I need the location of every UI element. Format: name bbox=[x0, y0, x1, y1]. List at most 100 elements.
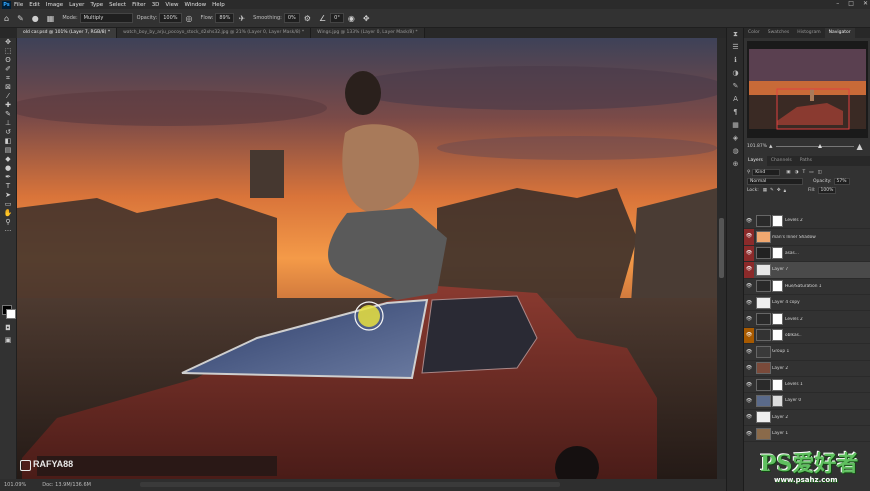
lock-pixels-icon[interactable]: ✎ bbox=[770, 188, 774, 193]
move-tool-icon[interactable]: ✥ bbox=[0, 38, 16, 47]
layer-thumbnail[interactable] bbox=[756, 214, 771, 227]
opacity-field[interactable]: 100% bbox=[159, 13, 182, 23]
history-brush-tool-icon[interactable]: ↺ bbox=[0, 128, 16, 137]
tab-paths[interactable]: Paths bbox=[796, 156, 816, 166]
tab-swatches[interactable]: Swatches bbox=[764, 28, 794, 38]
smoothing-gear-icon[interactable]: ⚙ bbox=[304, 14, 311, 23]
tab-layers[interactable]: Layers bbox=[744, 156, 767, 166]
tab-wings[interactable]: Wings.jpg @ 133% (Layer 0, Layer Mask/8)… bbox=[311, 28, 425, 38]
adjustments-icon[interactable]: ◑ bbox=[727, 67, 744, 80]
layer-thumbnail[interactable] bbox=[756, 394, 771, 407]
eraser-tool-icon[interactable]: ◧ bbox=[0, 137, 16, 146]
layer-mask-thumbnail[interactable] bbox=[772, 313, 783, 326]
visibility-eye-icon[interactable]: 👁︎ bbox=[744, 431, 754, 437]
healing-tool-icon[interactable]: ✚ bbox=[0, 101, 16, 110]
visibility-eye-icon[interactable]: 👁︎ bbox=[744, 283, 754, 289]
menu-image[interactable]: Image bbox=[46, 2, 63, 8]
brush-tool-icon[interactable]: ✎ bbox=[0, 110, 16, 119]
document-canvas[interactable] bbox=[17, 38, 717, 479]
tab-navigator[interactable]: Navigator bbox=[824, 28, 855, 38]
layer-mask-thumbnail[interactable] bbox=[772, 394, 783, 407]
menu-file[interactable]: File bbox=[14, 2, 23, 8]
maximize-icon[interactable]: □ bbox=[848, 0, 854, 7]
vertical-scrollbar[interactable] bbox=[717, 38, 726, 479]
properties-icon[interactable]: ☰ bbox=[727, 41, 744, 54]
tab-old-car[interactable]: old car.psd @ 101% (Layer 7, RGB/8) * bbox=[17, 28, 118, 38]
filter-shape-icon[interactable]: ▭ bbox=[809, 170, 813, 175]
visibility-eye-icon[interactable]: 👁︎ bbox=[744, 229, 754, 245]
marquee-tool-icon[interactable]: ⬚ bbox=[0, 47, 16, 56]
styles-icon[interactable]: ◍ bbox=[727, 145, 744, 158]
clone-source-icon[interactable]: ⊕ bbox=[727, 158, 744, 171]
hand-tool-icon[interactable]: ✋ bbox=[0, 209, 16, 218]
info-icon[interactable]: ℹ bbox=[727, 54, 744, 67]
dodge-tool-icon[interactable]: ● bbox=[0, 164, 16, 173]
history-icon[interactable]: ⧗ bbox=[727, 28, 744, 41]
layer-row[interactable]: 👁︎ Layer 1 bbox=[744, 426, 870, 443]
layer-opacity-field[interactable]: 57% bbox=[833, 178, 850, 185]
photoshop-logo[interactable]: Ps bbox=[2, 0, 11, 9]
tab-histogram[interactable]: Histogram bbox=[793, 28, 824, 38]
layer-row[interactable]: 👁︎ man's Inner Shadow bbox=[744, 229, 870, 246]
character-icon[interactable]: A bbox=[727, 93, 744, 106]
symmetry-icon[interactable]: ✥ bbox=[363, 14, 370, 23]
tab-channels[interactable]: Channels bbox=[767, 156, 796, 166]
visibility-eye-icon[interactable]: 👁︎ bbox=[744, 398, 754, 404]
layer-thumbnail[interactable] bbox=[756, 378, 771, 391]
screen-mode-icon[interactable]: ▣ bbox=[0, 336, 16, 345]
scroll-thumb[interactable] bbox=[719, 218, 724, 278]
paragraph-icon[interactable]: ¶ bbox=[727, 106, 744, 119]
menu-select[interactable]: Select bbox=[109, 2, 126, 8]
layer-thumbnail[interactable] bbox=[756, 231, 771, 244]
pressure-opacity-icon[interactable]: ◎ bbox=[186, 14, 193, 23]
frame-tool-icon[interactable]: ⊠ bbox=[0, 83, 16, 92]
angle-field[interactable]: 0° bbox=[330, 13, 344, 23]
layer-mask-thumbnail[interactable] bbox=[772, 214, 783, 227]
pressure-size-icon[interactable]: ◉ bbox=[348, 14, 355, 23]
menu-edit[interactable]: Edit bbox=[29, 2, 40, 8]
gradient-tool-icon[interactable]: ▤ bbox=[0, 146, 16, 155]
layer-row[interactable]: 👁︎ Layer 2 bbox=[744, 410, 870, 427]
visibility-eye-icon[interactable]: 👁︎ bbox=[744, 349, 754, 355]
layer-thumbnail[interactable] bbox=[756, 411, 771, 424]
type-tool-icon[interactable]: T bbox=[0, 182, 16, 191]
layer-row[interactable]: 👁︎ asas... bbox=[744, 245, 870, 263]
pen-tool-icon[interactable]: ✒ bbox=[0, 173, 16, 182]
shape-tool-icon[interactable]: ▭ bbox=[0, 200, 16, 209]
close-icon[interactable]: ✕ bbox=[863, 0, 868, 7]
zoom-readout[interactable]: 101.09% bbox=[4, 482, 26, 488]
eyedropper-tool-icon[interactable]: ⁄ bbox=[0, 92, 16, 101]
filter-type-icon[interactable]: T bbox=[803, 170, 806, 175]
visibility-eye-icon[interactable]: 👁︎ bbox=[744, 262, 754, 278]
layer-mask-thumbnail[interactable] bbox=[772, 378, 783, 391]
navigator-zoom-value[interactable]: 101.87% bbox=[747, 144, 769, 149]
menu-help[interactable]: Help bbox=[212, 2, 225, 8]
brush-tool-icon[interactable]: ✎ bbox=[17, 14, 24, 23]
zoom-in-icon[interactable]: ▲ bbox=[857, 142, 863, 151]
blend-mode-select[interactable]: Normal bbox=[747, 178, 803, 185]
lock-all-icon[interactable]: 🔒︎ bbox=[784, 188, 786, 194]
layer-mask-thumbnail[interactable] bbox=[772, 280, 783, 293]
menu-view[interactable]: View bbox=[165, 2, 178, 8]
mode-select[interactable]: Multiply bbox=[79, 13, 133, 23]
lasso-tool-icon[interactable]: ʘ bbox=[0, 56, 16, 65]
minimize-icon[interactable]: – bbox=[836, 0, 839, 7]
layer-row[interactable]: 👁︎ Layer 4 copy bbox=[744, 295, 870, 312]
layer-thumbnail[interactable] bbox=[756, 247, 771, 260]
filter-smart-icon[interactable]: ◫ bbox=[818, 170, 822, 175]
layer-row[interactable]: 👁︎ Group 1 bbox=[744, 344, 870, 361]
navigator-preview[interactable] bbox=[747, 41, 868, 138]
layer-row[interactable]: 👁︎ Layer 0 bbox=[744, 393, 870, 410]
visibility-eye-icon[interactable]: 👁︎ bbox=[744, 218, 754, 224]
visibility-eye-icon[interactable]: 👁︎ bbox=[744, 300, 754, 306]
crop-tool-icon[interactable]: ⌗ bbox=[0, 74, 16, 83]
visibility-eye-icon[interactable]: 👁︎ bbox=[744, 365, 754, 371]
layer-thumbnail[interactable] bbox=[756, 263, 771, 276]
brush-settings-icon[interactable]: ✎ bbox=[727, 80, 744, 93]
home-icon[interactable]: ⌂ bbox=[4, 14, 9, 23]
tab-color[interactable]: Color bbox=[744, 28, 764, 38]
layer-row[interactable]: 👁︎ Layer 2 bbox=[744, 361, 870, 377]
tab-watch-boy[interactable]: watch_boy_by_arju_pocoyo_stock_d2xhs32.j… bbox=[117, 28, 312, 38]
visibility-eye-icon[interactable]: 👁︎ bbox=[744, 414, 754, 420]
zoom-tool-icon[interactable]: ⚲ bbox=[0, 218, 16, 227]
